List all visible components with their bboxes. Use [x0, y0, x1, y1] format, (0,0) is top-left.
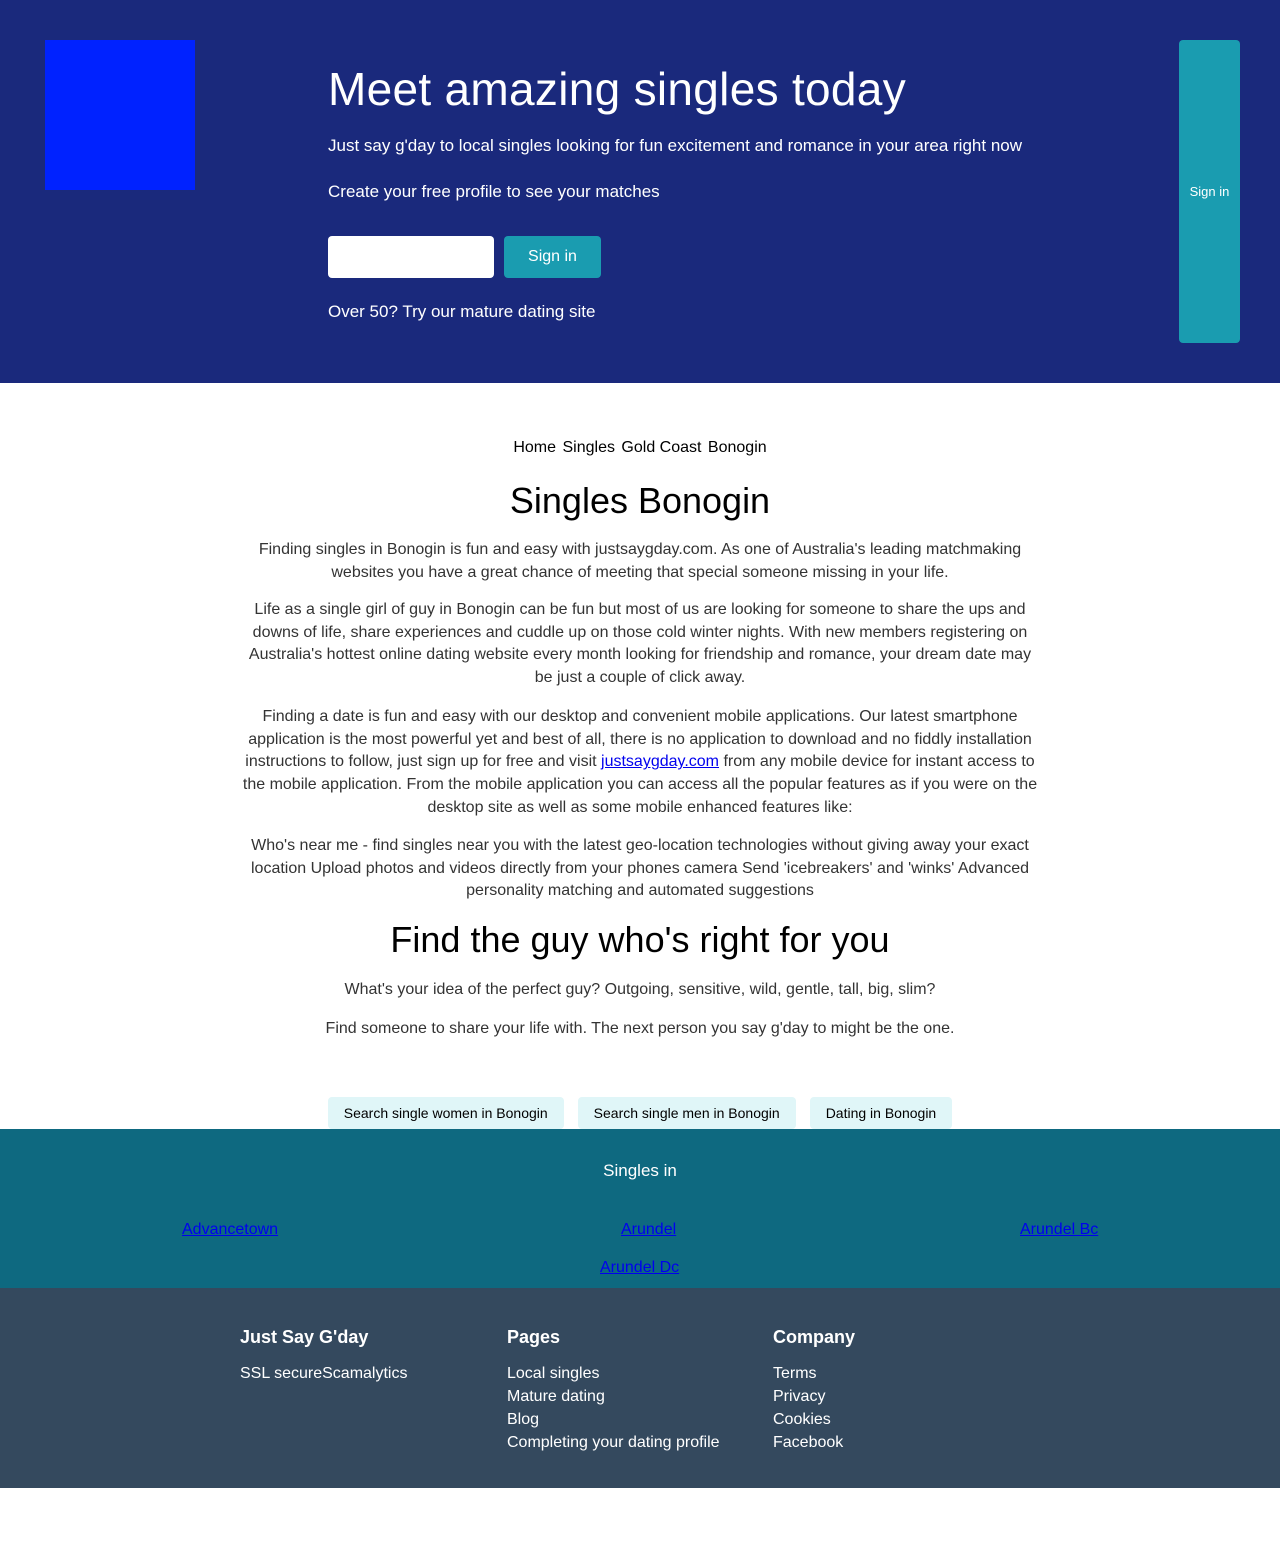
search-links: Search single women in Bonogin Search si… — [0, 1097, 1280, 1129]
suburb-link-advancetown[interactable]: Advancetown — [182, 1221, 278, 1239]
hero-subtitle: Just say g'day to local singles looking … — [328, 136, 1023, 155]
footer-link-cookies[interactable]: Cookies — [773, 1408, 855, 1431]
hero-signin-button[interactable]: Sign in — [504, 236, 601, 278]
footer-company-column: Company Terms Privacy Cookies Facebook — [773, 1327, 855, 1454]
breadcrumb-gold-coast[interactable]: Gold Coast — [621, 439, 701, 456]
footer-brand-title: Just Say G'day — [240, 1327, 369, 1347]
site-logo[interactable] — [45, 40, 195, 190]
justsaygday-link[interactable]: justsaygday.com — [601, 753, 719, 770]
header-signin-button[interactable]: Sign in — [1179, 40, 1240, 343]
hero-email-input[interactable] — [328, 236, 494, 278]
suburb-link-arundel-dc[interactable]: Arundel Dc — [600, 1259, 679, 1277]
search-women-button[interactable]: Search single women in Bonogin — [327, 1097, 564, 1129]
footer-link-dating-profile[interactable]: Completing your dating profile — [507, 1431, 720, 1454]
footer-link-facebook[interactable]: Facebook — [773, 1431, 855, 1454]
footer-link-mature-dating[interactable]: Mature dating — [507, 1385, 720, 1408]
ssl-secure-badge: SSL secure — [240, 1365, 323, 1382]
search-men-button[interactable]: Search single men in Bonogin — [577, 1097, 796, 1129]
breadcrumb: Home Singles Gold Coast Bonogin — [0, 439, 1280, 457]
suburb-link-arundel[interactable]: Arundel — [621, 1221, 676, 1239]
footer-pages-column: Pages Local singles Mature dating Blog C… — [507, 1327, 720, 1454]
singles-in-title: Singles in — [603, 1161, 677, 1180]
site-footer: Just Say G'day SSL secureScamalytics Pag… — [0, 1288, 1280, 1488]
footer-link-privacy[interactable]: Privacy — [773, 1385, 855, 1408]
footer-link-terms[interactable]: Terms — [773, 1362, 855, 1385]
perfect-guy-paragraph: What's your idea of the perfect guy? Out… — [344, 981, 936, 998]
footer-brand-column: Just Say G'day SSL secureScamalytics — [240, 1327, 407, 1385]
footer-company-title: Company — [773, 1327, 856, 1347]
intro-paragraph: Finding singles in Bonogin is fun and ea… — [258, 541, 1022, 581]
scamalytics-badge[interactable]: Scamalytics — [322, 1365, 407, 1382]
footer-pages-title: Pages — [507, 1327, 561, 1347]
footer-link-blog[interactable]: Blog — [507, 1408, 720, 1431]
mobile-paragraph: Finding a date is fun and easy with our … — [240, 706, 1040, 820]
features-paragraph: Who's near me - find singles near you wi… — [251, 837, 1029, 900]
dating-button[interactable]: Dating in Bonogin — [809, 1097, 953, 1129]
breadcrumb-singles[interactable]: Singles — [562, 439, 614, 456]
life-paragraph: Life as a single girl of guy in Bonogin … — [248, 601, 1032, 687]
page-title: Singles Bonogin — [509, 480, 771, 521]
section-title-find-guy: Find the guy who's right for you — [390, 919, 890, 960]
hero-section: Meet amazing singles today Just say g'da… — [0, 0, 1280, 383]
share-life-paragraph: Find someone to share your life with. Th… — [325, 1020, 955, 1037]
breadcrumb-home[interactable]: Home — [513, 439, 556, 456]
footer-link-local-singles[interactable]: Local singles — [507, 1362, 720, 1385]
hero-subtitle-profile: Create your free profile to see your mat… — [328, 182, 660, 201]
suburb-link-arundel-bc[interactable]: Arundel Bc — [1020, 1221, 1098, 1239]
singles-in-section: Singles in Advancetown Arundel Arundel B… — [0, 1129, 1280, 1289]
hero-title: Meet amazing singles today — [328, 63, 906, 115]
breadcrumb-bonogin: Bonogin — [707, 439, 767, 456]
mature-dating-link[interactable]: Over 50? Try our mature dating site — [328, 302, 595, 322]
